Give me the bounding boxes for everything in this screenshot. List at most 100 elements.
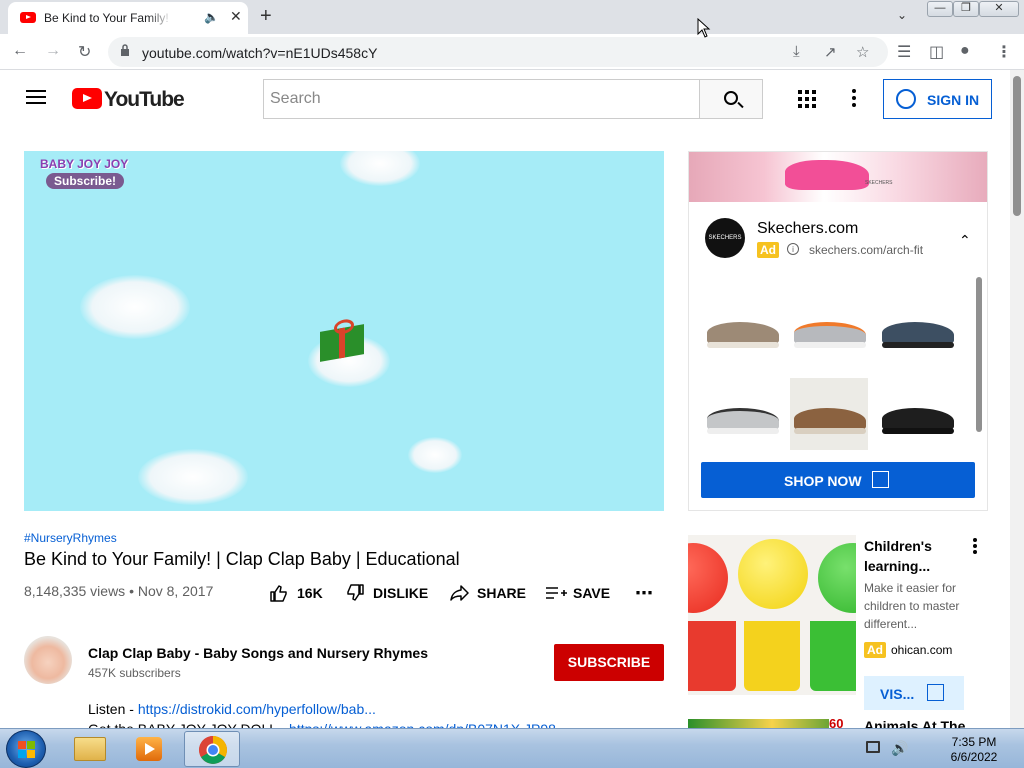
yellow-ball-image bbox=[738, 539, 808, 609]
ad2-description: Make it easier for children to master di… bbox=[864, 581, 960, 631]
search-input[interactable] bbox=[263, 79, 700, 119]
description-line: Listen - https://distrokid.com/hyperfoll… bbox=[88, 701, 376, 717]
description-link[interactable]: https://distrokid.com/hyperfollow/bab... bbox=[138, 701, 376, 717]
speaker-icon[interactable]: 🔈 bbox=[204, 10, 219, 24]
media-control-icon[interactable]: ☰ bbox=[897, 42, 911, 62]
green-ball-image bbox=[818, 543, 856, 613]
shoe-thumbnail[interactable] bbox=[703, 378, 781, 450]
hashtag-link[interactable]: #NurseryRhymes bbox=[24, 531, 117, 545]
media-player-icon[interactable] bbox=[122, 731, 178, 767]
search-icon bbox=[724, 91, 738, 105]
video-player[interactable]: BABY JOY JOY Subscribe! bbox=[24, 151, 664, 511]
subscribe-watermark[interactable]: Subscribe! bbox=[46, 173, 124, 189]
settings-more-icon[interactable] bbox=[852, 89, 856, 107]
profile-icon[interactable]: ● bbox=[960, 42, 970, 60]
channel-avatar[interactable] bbox=[24, 636, 72, 684]
chrome-menu-icon[interactable]: ⋮ bbox=[996, 42, 1012, 62]
like-count: 16K bbox=[297, 585, 323, 601]
youtube-header: YouTube SIGN IN bbox=[0, 70, 1010, 128]
more-actions-icon[interactable]: ⋯ bbox=[635, 583, 655, 604]
back-arrow-icon[interactable]: ← bbox=[12, 42, 28, 60]
restore-button[interactable]: ❐ bbox=[953, 1, 979, 17]
skechers-logo[interactable]: SKECHERS bbox=[705, 218, 745, 258]
file-explorer-icon[interactable] bbox=[62, 731, 118, 767]
tab-close-icon[interactable]: ✕ bbox=[230, 8, 242, 25]
sign-in-button[interactable]: SIGN IN bbox=[883, 79, 992, 119]
playlist-add-icon bbox=[546, 587, 567, 599]
new-tab-icon[interactable]: + bbox=[260, 5, 272, 28]
address-bar[interactable]: youtube.com/watch?v=nE1UDs458cY ⤓ ↗ ☆ bbox=[108, 37, 888, 67]
hamburger-menu-icon[interactable] bbox=[26, 90, 46, 104]
system-clock[interactable]: 7:35 PM 6/6/2022 bbox=[944, 735, 1004, 765]
shoe-thumbnail[interactable] bbox=[703, 292, 781, 364]
start-button[interactable] bbox=[6, 730, 46, 768]
ad-banner-image[interactable]: SKECHERS bbox=[689, 152, 987, 202]
collapse-chevron-icon[interactable]: ⌃ bbox=[959, 232, 971, 249]
shop-now-button[interactable]: SHOP NOW bbox=[701, 462, 975, 498]
cloud-shape bbox=[138, 449, 248, 505]
visit-label: VIS... bbox=[880, 686, 915, 702]
scrollbar-thumb[interactable] bbox=[1013, 76, 1021, 216]
red-ball-image bbox=[688, 543, 728, 613]
description-text: Listen - bbox=[88, 701, 138, 717]
sign-in-label: SIGN IN bbox=[927, 92, 980, 108]
save-label: SAVE bbox=[573, 585, 611, 601]
ad2-domain: ohican.com bbox=[891, 643, 953, 657]
advertiser-name[interactable]: Skechers.com bbox=[757, 220, 858, 238]
cloud-shape bbox=[408, 437, 462, 473]
apps-grid-icon[interactable] bbox=[798, 90, 816, 108]
ad-badge: Ad bbox=[757, 242, 779, 258]
account-icon bbox=[896, 89, 916, 109]
ad-scrollbar[interactable] bbox=[976, 277, 982, 432]
external-link-icon bbox=[927, 684, 944, 701]
forward-arrow-icon[interactable]: → bbox=[45, 42, 61, 60]
visit-button[interactable]: VIS... bbox=[864, 676, 964, 710]
mouse-cursor-icon bbox=[697, 18, 711, 38]
shop-now-label: SHOP NOW bbox=[784, 473, 862, 489]
install-app-icon[interactable]: ⤓ bbox=[793, 43, 800, 60]
shoe-thumbnail[interactable] bbox=[878, 378, 956, 450]
thumbs-down-icon bbox=[347, 584, 364, 601]
volume-icon[interactable]: 🔊 bbox=[891, 740, 908, 757]
youtube-logo-icon[interactable] bbox=[72, 88, 102, 109]
share-page-icon[interactable]: ↗ bbox=[824, 43, 837, 61]
clock-time: 7:35 PM bbox=[951, 735, 997, 749]
thumbs-up-icon bbox=[270, 585, 287, 602]
page-scrollbar[interactable] bbox=[1010, 70, 1024, 728]
reload-icon[interactable]: ↻ bbox=[78, 42, 91, 62]
cloud-shape bbox=[80, 275, 190, 339]
external-link-icon bbox=[872, 471, 889, 488]
dislike-label: DISLIKE bbox=[373, 585, 429, 601]
subscribe-button[interactable]: SUBSCRIBE bbox=[554, 644, 664, 681]
channel-name[interactable]: Clap Clap Baby - Baby Songs and Nursery … bbox=[88, 645, 428, 661]
share-label: SHARE bbox=[477, 585, 527, 601]
shoe-thumbnail[interactable] bbox=[790, 292, 868, 364]
shoe-thumbnail[interactable] bbox=[790, 378, 868, 450]
info-icon[interactable]: i bbox=[787, 243, 799, 255]
search-button[interactable] bbox=[699, 79, 763, 119]
ad2-more-icon[interactable] bbox=[968, 538, 982, 558]
network-icon[interactable] bbox=[866, 741, 880, 753]
banner-brand-text: SKECHERS bbox=[865, 180, 893, 186]
pink-sneaker-image bbox=[785, 160, 869, 190]
green-cup-image bbox=[810, 621, 856, 691]
ad-domain: skechers.com/arch-fit bbox=[809, 243, 924, 257]
chrome-taskbar-icon[interactable] bbox=[184, 731, 240, 767]
yellow-cup-image bbox=[744, 621, 800, 691]
browser-toolbar: ← → ↻ youtube.com/watch?v=nE1UDs458cY ⤓ … bbox=[0, 34, 1024, 70]
ad2-title[interactable]: Children's learning... bbox=[864, 536, 974, 576]
youtube-wordmark[interactable]: YouTube bbox=[104, 88, 185, 112]
tab-title: Be Kind to Your Family! | Clap Clap Baby… bbox=[44, 11, 172, 25]
minimize-button[interactable]: — bbox=[927, 1, 953, 17]
cloud-shape bbox=[340, 151, 420, 186]
tab-search-chevron-icon[interactable]: ⌄ bbox=[897, 8, 907, 22]
clock-date: 6/6/2022 bbox=[950, 750, 998, 764]
bookmark-star-icon[interactable]: ☆ bbox=[856, 43, 869, 61]
skechers-ad-card[interactable]: SKECHERS SKECHERS Skechers.com Ad i skec… bbox=[688, 151, 988, 511]
shoe-thumbnail[interactable] bbox=[878, 292, 956, 364]
share-arrow-icon bbox=[450, 585, 469, 601]
ad2-thumbnail[interactable] bbox=[688, 535, 856, 695]
browser-tab[interactable]: Be Kind to Your Family! | Clap Clap Baby… bbox=[8, 2, 248, 34]
close-window-button[interactable]: ✕ bbox=[979, 1, 1019, 17]
side-panel-icon[interactable]: ◫ bbox=[929, 42, 944, 62]
